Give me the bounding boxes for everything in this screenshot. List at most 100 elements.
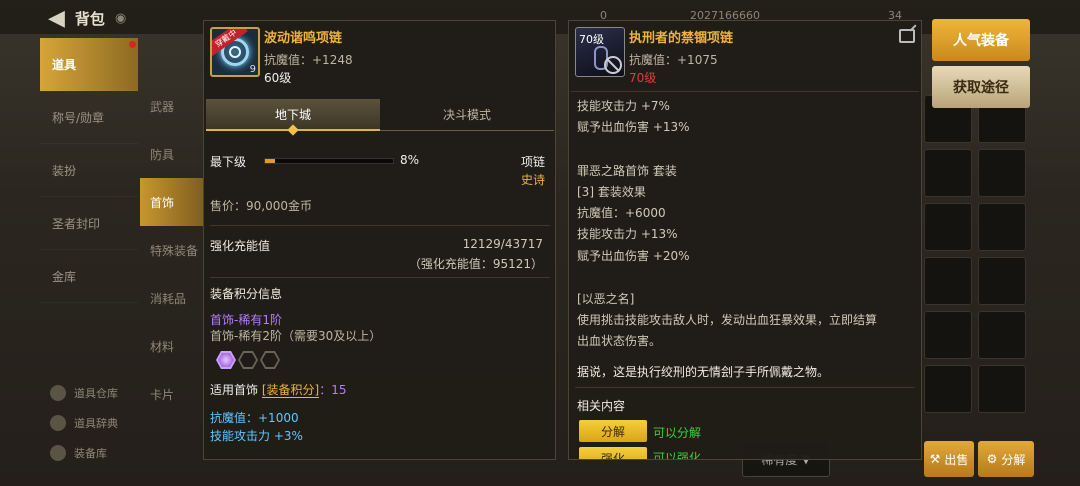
sub-item-accessory[interactable]: 首饰 [140,178,204,226]
set-name: 罪恶之路首饰 套装 [577,164,677,178]
grade-progress-fill [265,159,276,163]
set-effect-line: 抗魔值：+6000 [577,206,666,220]
inventory-slot[interactable] [924,203,972,251]
grade-percent: 8% [400,153,420,167]
back-button[interactable]: ◀ 背包 ◉ [48,6,126,31]
apply-score: 适用首饰 [装备积分]：15 [210,383,347,398]
hex-slot-filled [216,351,236,369]
nav-item-avatar[interactable]: 装扮 [40,144,138,197]
item-stat: 抗魔值：+1075 [629,53,718,67]
item-dictionary-link[interactable]: 道具辞典 [50,408,118,438]
sub-item-consumable[interactable]: 消耗品 [140,274,204,322]
item-storage-link[interactable]: 道具仓库 [50,378,118,408]
tab-duel[interactable]: 决斗模式 [380,99,554,131]
skill-desc: 出血状态伤害。 [577,334,662,348]
sell-icon: ⚒ [929,452,941,466]
inventory-slot[interactable] [924,257,972,305]
share-icon[interactable] [899,29,915,43]
score-link[interactable]: [装备积分] [261,383,320,398]
divider [210,277,550,278]
inventory-slot[interactable] [978,365,1026,413]
disassemble-note: 可以分解 [653,426,702,440]
selected-marker-icon [287,124,299,136]
inventory-grid [920,95,1030,435]
eye-icon[interactable]: ◉ [115,11,126,26]
sub-item-material[interactable]: 材料 [140,322,204,370]
nav-item-titles[interactable]: 称号/勋章 [40,91,138,144]
inventory-slot[interactable] [978,257,1026,305]
reinforce-link-button[interactable]: 强化 [579,447,647,459]
reinforce-note: 可以强化 [653,451,702,459]
item-name: 执刑者的禁锢项链 [629,31,734,46]
nav-item-vault[interactable]: 金库 [40,250,138,303]
related-title: 相关内容 [577,399,626,413]
bonus-stat-1: 抗魔值：+1000 [210,411,299,425]
charge-value: 12129/43717 [462,237,543,251]
grade-label: 最下级 [210,155,247,169]
sub-item-armor[interactable]: 防具 [140,130,204,178]
dictionary-icon [50,415,66,431]
hex-slot-empty [238,351,258,369]
score-title: 装备积分信息 [210,287,283,301]
score-hex-slots [216,351,280,369]
sub-item-card[interactable]: 卡片 [140,370,204,418]
grade-progress-bar [264,158,394,164]
icon-level: 70级 [579,33,604,46]
obtain-route-button[interactable]: 获取途径 [932,66,1030,108]
skill-name: [以恶之名] [577,292,635,306]
category-nav: 道具 称号/勋章 装扮 圣者封印 金库 [40,38,138,378]
disassemble-link-button[interactable]: 分解 [579,420,647,442]
page-title: 背包 [74,10,105,28]
inventory-slot[interactable] [924,149,972,197]
tab-dungeon[interactable]: 地下城 [206,99,380,136]
item-icon[interactable]: 70级 [575,27,625,77]
set-effect-line: 赋予出血伤害 +20% [577,249,690,263]
inventory-slot[interactable] [924,365,972,413]
set-effect-title: [3] 套装效果 [577,185,646,199]
sell-button[interactable]: ⚒ 出售 [924,441,974,477]
score-line-2: 首饰-稀有2阶（需要30及以上） [210,329,382,343]
bonus-stat-2: 技能攻击力 +3% [210,429,303,443]
popular-equipment-button[interactable]: 人气装备 [932,19,1030,61]
inventory-slot[interactable] [978,311,1026,359]
library-icon [50,445,66,461]
equipment-library-link[interactable]: 装备库 [50,438,118,468]
divider [571,91,919,92]
nav-item-seal[interactable]: 圣者封印 [40,197,138,250]
sell-price: 售价：90,000金币 [210,199,312,213]
disassemble-button[interactable]: ⚙ 分解 [978,441,1034,477]
slot-label: 项链 [520,155,545,169]
item-level: 60级 [264,71,292,85]
item-stat: 抗魔值：+1248 [264,53,353,67]
compare-item-tooltip: 70级 执刑者的禁锢项链 抗魔值：+1075 70级 技能攻击力 +7% 赋予出… [568,20,922,460]
storage-icon [50,385,66,401]
divider [575,387,915,388]
inventory-slot[interactable] [978,203,1026,251]
notification-dot [129,41,136,48]
score-line-1: 首饰-稀有1阶 [210,313,282,327]
inventory-slot[interactable] [978,149,1026,197]
charge-label: 强化充能值 [210,239,271,253]
inventory-slot[interactable] [924,311,972,359]
nav-item-items[interactable]: 道具 [40,38,138,91]
item-level: 70级 [629,71,657,85]
mode-tabs: 地下城 决斗模式 [206,99,554,136]
effect-line: 赋予出血伤害 +13% [577,120,690,134]
sub-item-weapon[interactable]: 武器 [140,82,204,130]
item-name: 波动谐鸣项链 [264,31,343,46]
rarity-label: 史诗 [520,173,545,187]
clipped-row: 强化 可以强化 [569,447,921,459]
reinforce-level: 9 [249,64,256,75]
item-lore: 据说，这是执行绞刑的无情刽子手所佩戴之物。 [577,365,830,379]
item-icon[interactable]: 穿戴中 9 [210,27,260,77]
set-effect-line: 技能攻击力 +13% [577,227,678,241]
skill-desc: 使用挑击技能攻击敌人时，发动出血狂暴效果，立即结算 [577,313,878,327]
hex-slot-empty [260,351,280,369]
disassemble-icon: ⚙ [986,452,998,466]
subcategory-nav: 武器 防具 首饰 特殊装备 消耗品 材料 卡片 [140,82,204,418]
charge-sub: （强化充能值：95121） [408,257,543,271]
effect-line: 技能攻击力 +7% [577,99,670,113]
back-arrow-icon: ◀ [48,6,65,31]
sub-item-special[interactable]: 特殊装备 [140,226,204,274]
cannot-equip-icon [604,56,622,74]
